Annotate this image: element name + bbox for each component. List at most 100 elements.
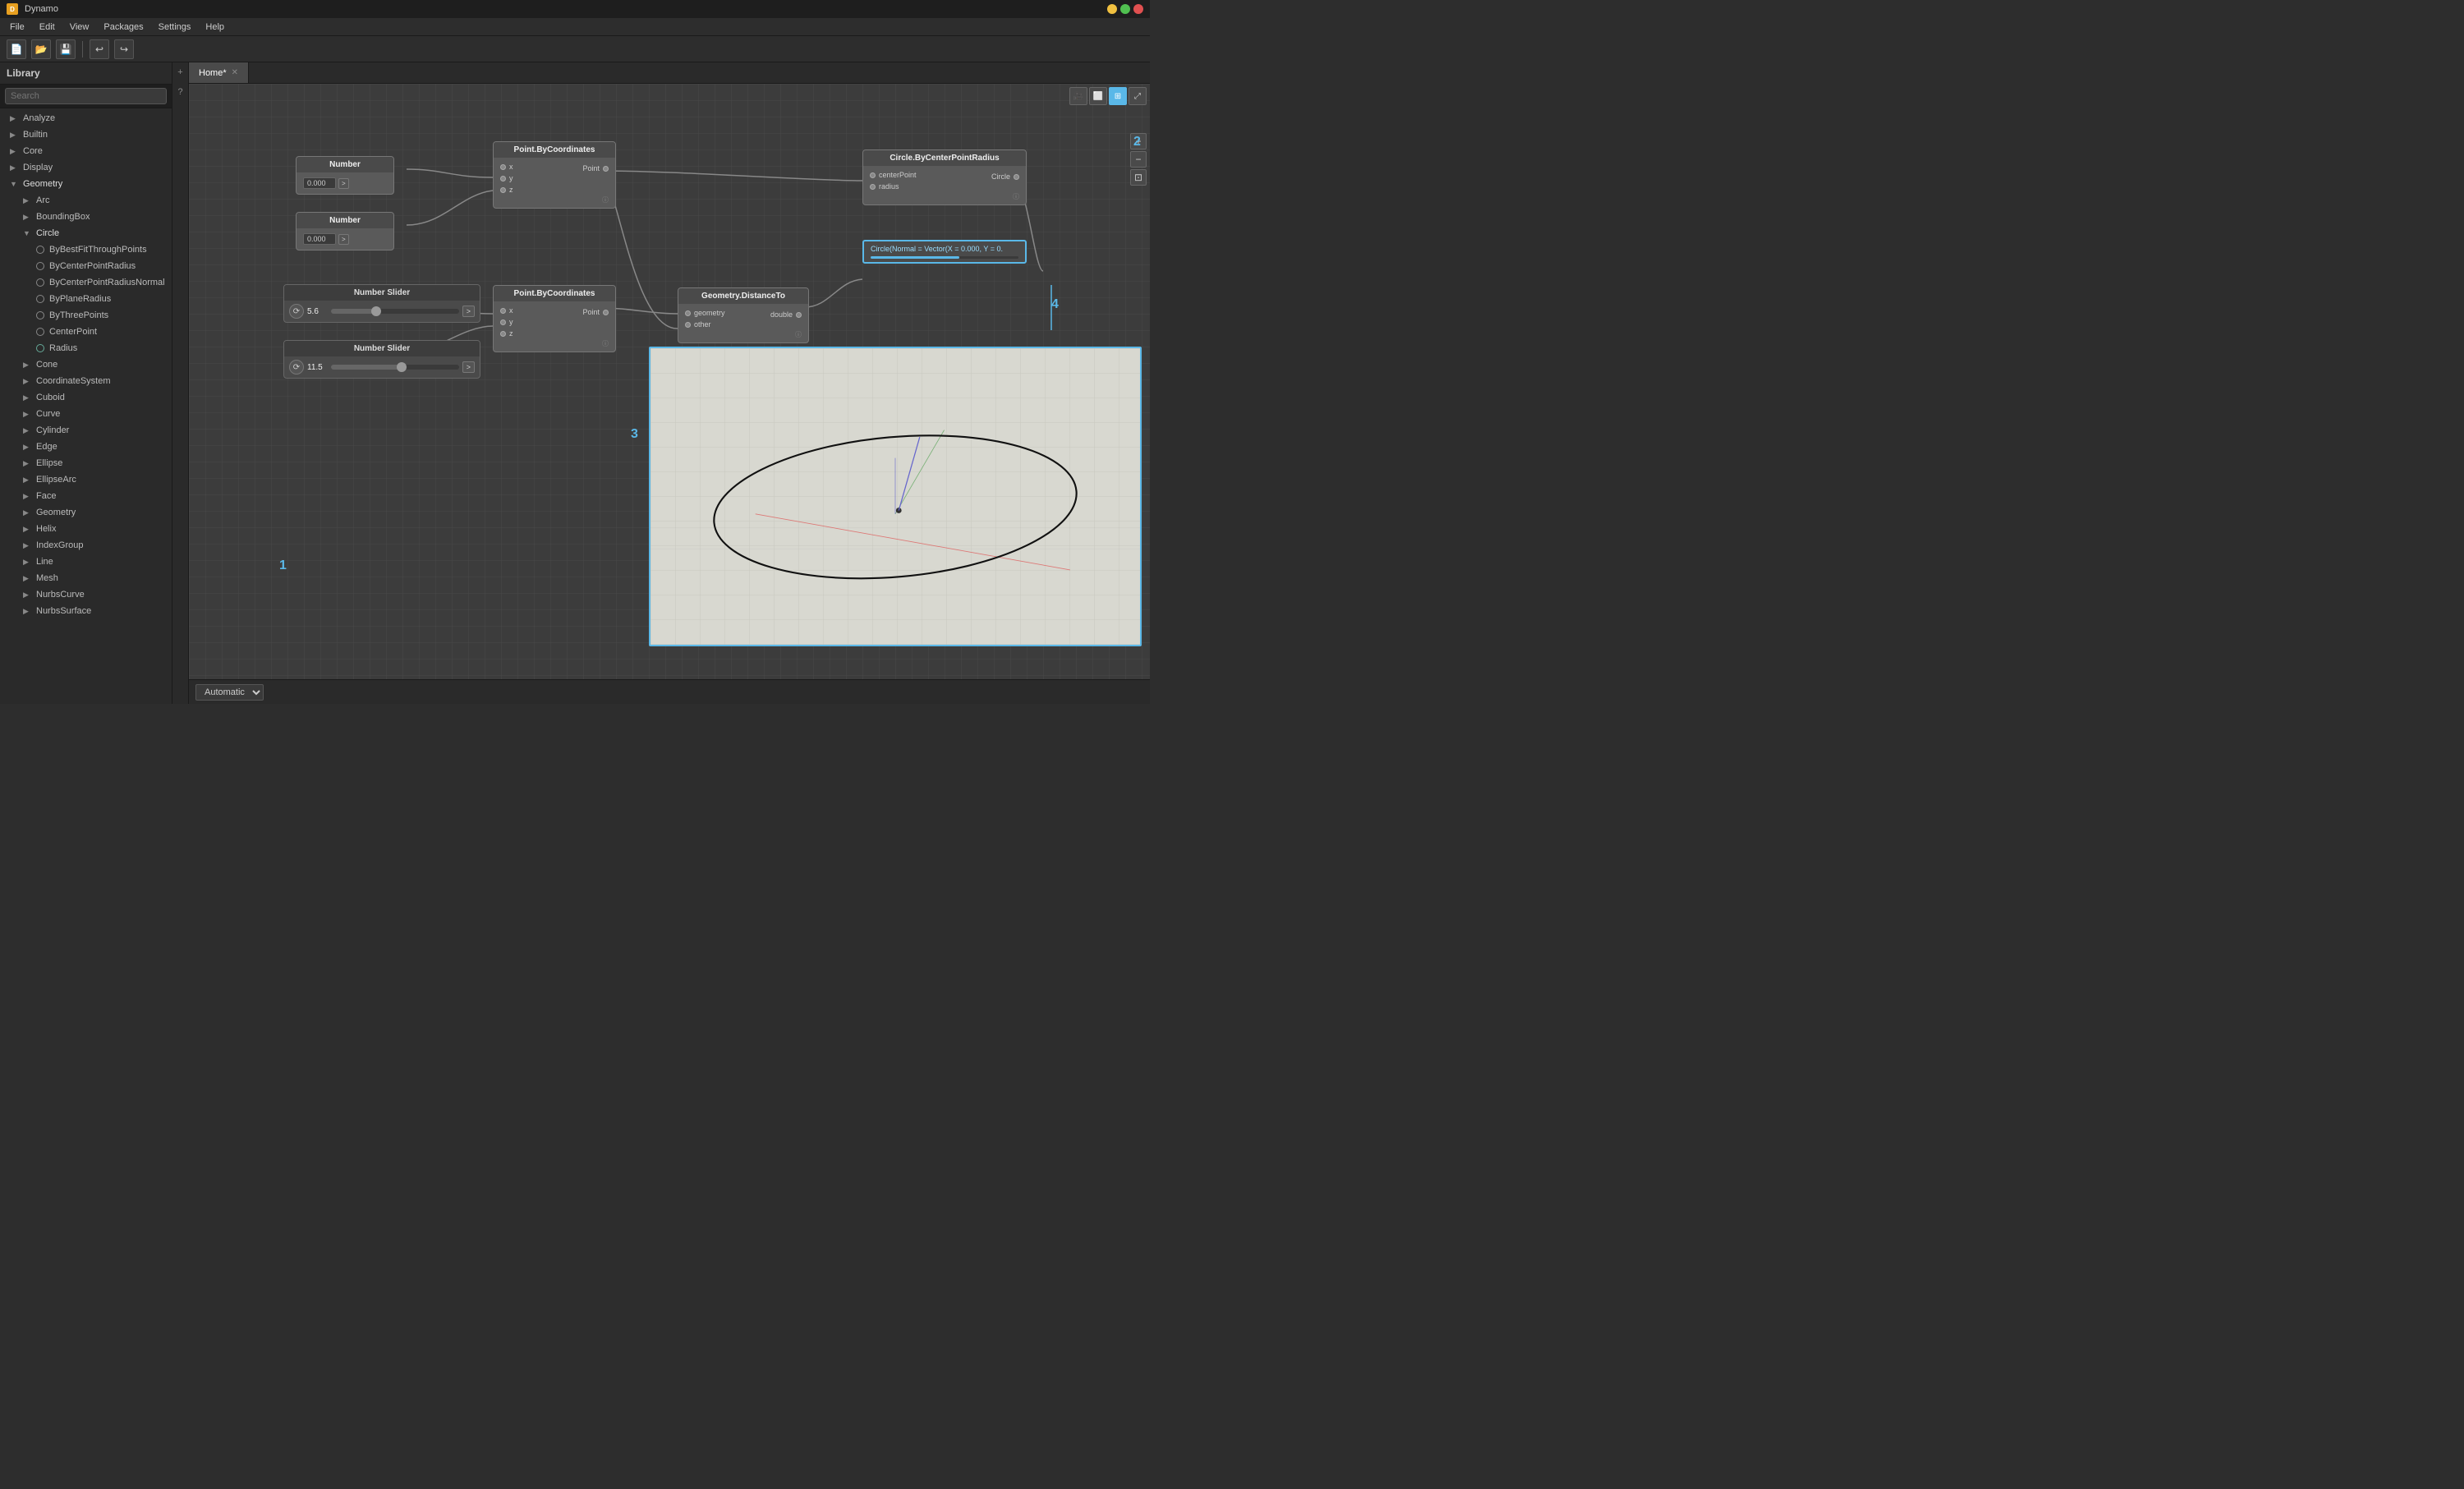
view-cube-icon[interactable]: ⬜	[1089, 87, 1107, 105]
slider-2-arrow[interactable]: >	[462, 361, 475, 373]
minimize-button[interactable]	[1107, 4, 1117, 14]
add-icon[interactable]: +	[174, 66, 187, 79]
sidebar-item-cylinder[interactable]: ▶ Cylinder	[13, 422, 172, 439]
zoom-fit-button[interactable]: ⊡	[1130, 169, 1147, 186]
number-input-1[interactable]	[303, 177, 336, 189]
output-dot-dist	[796, 312, 802, 318]
number-arrow-2[interactable]: >	[338, 234, 349, 245]
sidebar-item-helix[interactable]: ▶ Helix	[13, 521, 172, 537]
menu-help[interactable]: Help	[199, 21, 231, 34]
sidebar-item-bycenterpoint-normal[interactable]: ByCenterPointRadiusNormal	[26, 274, 172, 291]
menu-edit[interactable]: Edit	[33, 21, 62, 34]
slider-1-body: ⟳ 5.6 >	[284, 301, 480, 322]
bottom-bar: Automatic Manual	[189, 679, 1150, 704]
sidebar-item-bycenterpoint[interactable]: ByCenterPointRadius	[26, 258, 172, 274]
port-other: other	[682, 319, 729, 330]
number-input-2[interactable]	[303, 233, 336, 245]
watch-node: Circle(Normal = Vector(X = 0.000, Y = 0.	[862, 240, 1027, 264]
view-expand-icon[interactable]: ⤢	[1129, 87, 1147, 105]
arrow-icon: ▶	[23, 492, 31, 501]
sidebar-item-core[interactable]: ▶ Core	[0, 143, 172, 159]
sidebar-item-radius[interactable]: Radius	[26, 340, 172, 356]
sidebar-item-mesh[interactable]: ▶ Mesh	[13, 570, 172, 586]
close-button[interactable]	[1133, 4, 1143, 14]
maximize-button[interactable]	[1120, 4, 1130, 14]
slider-1-dec-button[interactable]: ⟳	[289, 304, 304, 319]
sidebar-item-display[interactable]: ▶ Display	[0, 159, 172, 176]
number-arrow-1[interactable]: >	[338, 178, 349, 189]
sidebar-item-boundingbox[interactable]: ▶ BoundingBox	[13, 209, 172, 225]
node-icon	[36, 328, 44, 336]
view-grid-icon[interactable]: ⊞	[1109, 87, 1127, 105]
canvas-area: Home* ✕ 🎥 ⬜ ⊞ ⤢ + − ⊡	[189, 62, 1150, 704]
undo-button[interactable]: ↩	[90, 39, 109, 59]
sidebar-item-geometry-top[interactable]: ▼ Geometry	[0, 176, 172, 192]
menu-file[interactable]: File	[3, 21, 31, 34]
slider-1-arrow[interactable]: >	[462, 306, 475, 317]
sidebar-item-byplane[interactable]: ByPlaneRadius	[26, 291, 172, 307]
redo-button[interactable]: ↪	[114, 39, 134, 59]
sidebar-item-builtin[interactable]: ▶ Builtin	[0, 126, 172, 143]
sidebar-item-face[interactable]: ▶ Face	[13, 488, 172, 504]
open-button[interactable]: 📂	[31, 39, 51, 59]
slider-2-dec-button[interactable]: ⟳	[289, 360, 304, 375]
sidebar-item-ellipsearc[interactable]: ▶ EllipseArc	[13, 471, 172, 488]
port-centerpoint: centerPoint	[867, 169, 920, 181]
menu-settings[interactable]: Settings	[152, 21, 198, 34]
sidebar-item-nurbscurve[interactable]: ▶ NurbsCurve	[13, 586, 172, 603]
view-camera-icon[interactable]: 🎥	[1069, 87, 1087, 105]
zoom-out-button[interactable]: −	[1130, 151, 1147, 168]
slider-1-track[interactable]	[331, 309, 459, 314]
sidebar-item-cuboid[interactable]: ▶ Cuboid	[13, 389, 172, 406]
graph-canvas[interactable]: 🎥 ⬜ ⊞ ⤢ + − ⊡	[189, 84, 1150, 679]
slider-1-thumb[interactable]	[371, 306, 381, 316]
save-button[interactable]: 💾	[56, 39, 76, 59]
node-icon	[36, 295, 44, 303]
sidebar-item-cone[interactable]: ▶ Cone	[13, 356, 172, 373]
output-dot-circle	[1014, 174, 1019, 180]
menu-view[interactable]: View	[63, 21, 96, 34]
tab-close-icon[interactable]: ✕	[232, 68, 238, 77]
arrow-icon: ▶	[23, 377, 31, 386]
number-node-1-header: Number	[297, 157, 393, 172]
node-icon	[36, 262, 44, 270]
watch-progress	[871, 256, 1018, 259]
sidebar-item-label: Arc	[36, 195, 50, 205]
point-node-1-header: Point.ByCoordinates	[494, 142, 615, 158]
node-icon	[36, 278, 44, 287]
sidebar-item-bythreepoints[interactable]: ByThreePoints	[26, 307, 172, 324]
sidebar-item-indexgroup[interactable]: ▶ IndexGroup	[13, 537, 172, 554]
number-node-2-body: >	[297, 228, 393, 250]
sidebar-item-coordinatesystem[interactable]: ▶ CoordinateSystem	[13, 373, 172, 389]
sidebar-item-ellipse[interactable]: ▶ Ellipse	[13, 455, 172, 471]
sidebar-item-curve[interactable]: ▶ Curve	[13, 406, 172, 422]
sidebar-item-line[interactable]: ▶ Line	[13, 554, 172, 570]
3d-viewport[interactable]	[649, 347, 1142, 646]
node-info-1: ⓘ	[497, 195, 612, 205]
sidebar-item-circle[interactable]: ▼ Circle	[13, 225, 172, 241]
canvas-label-2: 2	[1133, 135, 1141, 149]
question-icon[interactable]: ?	[174, 85, 187, 99]
sidebar-item-bybestfit[interactable]: ByBestFitThroughPoints	[26, 241, 172, 258]
sidebar-item-edge[interactable]: ▶ Edge	[13, 439, 172, 455]
number-node-2: Number >	[296, 212, 394, 250]
sidebar-item-nurbssurface[interactable]: ▶ NurbsSurface	[13, 603, 172, 619]
arrow-icon: ▶	[23, 196, 31, 205]
sidebar-item-geometry-child[interactable]: ▶ Geometry	[13, 504, 172, 521]
sidebar-item-arc[interactable]: ▶ Arc	[13, 192, 172, 209]
new-button[interactable]: 📄	[7, 39, 26, 59]
sidebar-item-label: Display	[23, 163, 53, 172]
port-point-2: Point	[582, 308, 600, 316]
sidebar-item-analyze[interactable]: ▶ Analyze	[0, 110, 172, 126]
sidebar-item-centerpoint[interactable]: CenterPoint	[26, 324, 172, 340]
search-input[interactable]	[5, 88, 167, 104]
sidebar-item-label: CoordinateSystem	[36, 376, 111, 386]
execution-select[interactable]: Automatic Manual	[195, 684, 264, 701]
slider-2-track[interactable]	[331, 365, 459, 370]
node-icon	[36, 311, 44, 319]
tab-home[interactable]: Home* ✕	[189, 62, 249, 83]
slider-2-body: ⟳ 11.5 >	[284, 356, 480, 378]
geometry-dist-header: Geometry.DistanceTo	[678, 288, 808, 304]
slider-2-thumb[interactable]	[397, 362, 407, 372]
menu-packages[interactable]: Packages	[97, 21, 149, 34]
